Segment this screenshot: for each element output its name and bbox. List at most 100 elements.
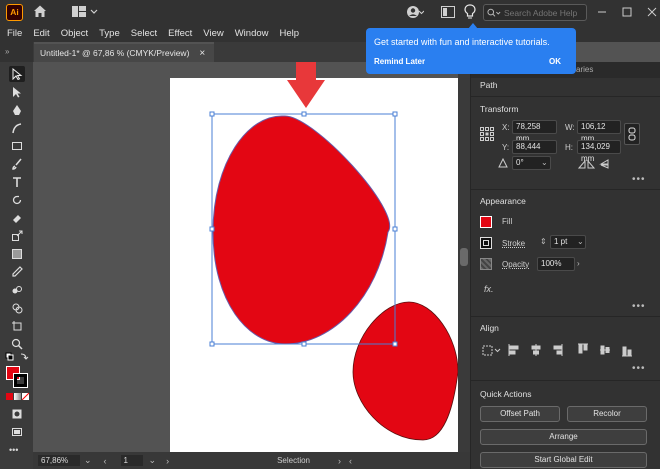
illustrator-logo: Ai [6,4,23,21]
artwork-layer[interactable] [33,62,458,452]
gradient-mode-icon [14,393,21,400]
blend-tool-icon[interactable] [9,282,25,298]
default-swap-colors-icon[interactable] [5,352,29,362]
appearance-fill-swatch[interactable] [480,216,492,228]
h-label: H: [565,143,573,152]
pen-tool-icon[interactable] [9,102,25,118]
draw-mode-icon[interactable] [9,406,25,422]
direct-selection-tool-icon[interactable] [9,84,25,100]
menu-file[interactable]: File [7,28,22,39]
stroke-weight-dropdown-icon[interactable]: ⌄ [577,237,584,246]
reference-point-icon[interactable] [480,127,494,141]
y-position-field[interactable]: 88,444 mm [512,140,557,163]
toolbar-collapse-icon[interactable]: » [0,42,33,62]
opacity-field[interactable]: 100% [537,257,575,271]
transform-more-options-icon[interactable]: ••• [632,174,646,185]
start-global-edit-button[interactable]: Start Global Edit [480,452,647,468]
align-more-options-icon[interactable]: ••• [632,363,646,374]
annotation-down-arrow [287,62,325,108]
red-blob-shape-lower [352,301,458,441]
scroll-left-icon[interactable]: ‹ [349,456,352,466]
appearance-title: Appearance [480,196,526,206]
artboard-number-field[interactable]: 1 [120,455,143,466]
close-tab-icon[interactable]: × [199,48,205,59]
panel-tab-libraries[interactable]: aries [576,65,593,74]
menu-view[interactable]: View [203,28,223,39]
add-effect-fx-icon[interactable]: fx. [484,284,494,294]
menu-help[interactable]: Help [280,28,300,39]
height-field[interactable]: 134,029 mm [577,140,621,163]
panel-toggle-icon[interactable] [441,6,455,18]
maximize-icon[interactable] [622,7,632,17]
type-tool-icon[interactable] [9,174,25,190]
close-window-icon[interactable] [647,7,657,17]
tooltip-ok-button[interactable]: OK [549,57,561,66]
fill-label: Fill [502,217,513,226]
shape-builder-tool-icon[interactable] [9,300,25,316]
w-label: W: [565,123,575,132]
menu-effect[interactable]: Effect [168,28,192,39]
document-tab[interactable]: Untitled-1* @ 67,86 % (CMYK/Preview) × [34,42,214,62]
stroke-stepper-icon[interactable]: ⇕ [540,237,547,246]
x-position-field[interactable]: 78,258 mm [512,120,557,143]
recolor-button[interactable]: Recolor [567,406,647,422]
edit-toolbar-icon[interactable]: ••• [9,445,18,455]
appearance-more-options-icon[interactable]: ••• [632,301,646,312]
zoom-tool-icon[interactable] [9,336,25,352]
status-bar: 67,86% ⌄ ‹ 1 ⌄ › Selection › ‹ [33,452,470,469]
align-buttons-row[interactable] [508,343,638,357]
color-mode-buttons[interactable] [6,393,30,400]
width-field[interactable]: 106,12 mm [577,120,621,143]
search-box[interactable] [483,4,587,21]
flip-buttons[interactable] [577,159,617,169]
scale-tool-icon[interactable] [9,228,25,244]
home-icon[interactable] [33,4,47,18]
selection-type-label: Path [480,80,498,90]
status-menu-icon[interactable]: › [338,456,341,466]
search-input[interactable] [504,7,586,18]
canvas-area[interactable] [33,62,458,452]
constrain-proportions-link-icon[interactable] [624,123,640,145]
vertical-scrollbar[interactable] [458,62,470,452]
minimize-icon[interactable] [597,7,607,17]
rotation-dropdown-icon[interactable]: ⌄ [541,158,548,167]
lightbulb-icon[interactable] [464,4,476,20]
arrange-button[interactable]: Arrange [480,429,647,445]
scroll-thumb[interactable] [460,248,468,266]
artboard-dropdown-icon[interactable]: ⌄ [149,455,157,466]
menu-type[interactable]: Type [99,28,120,39]
tools-panel: ••• [0,62,33,469]
rotate-tool-icon[interactable] [9,192,25,208]
opacity-arrow-icon[interactable]: › [577,259,580,268]
user-account-icon[interactable] [406,5,425,19]
offset-path-button[interactable]: Offset Path [480,406,560,422]
menu-window[interactable]: Window [235,28,269,39]
menu-object[interactable]: Object [61,28,88,39]
red-blob-shape-selected [212,115,391,345]
appearance-stroke-swatch[interactable] [480,237,492,249]
artboard-next-icon[interactable]: › [166,456,169,466]
stroke-label[interactable]: Stroke [502,239,525,248]
gradient-tool-icon[interactable] [9,246,25,262]
zoom-level-field[interactable]: 67,86% [38,455,80,466]
rotate-angle-icon [498,157,508,168]
selection-tool-icon[interactable] [9,66,25,82]
workspace-switcher-icon[interactable] [72,6,98,18]
menu-select[interactable]: Select [131,28,157,39]
menu-edit[interactable]: Edit [33,28,49,39]
rectangle-tool-icon[interactable] [9,138,25,154]
artboard-tool-icon[interactable] [9,318,25,334]
curvature-tool-icon[interactable] [9,120,25,136]
zoom-dropdown-icon[interactable]: ⌄ [84,455,92,466]
opacity-icon [480,258,492,270]
remind-later-link[interactable]: Remind Later [374,57,425,66]
paintbrush-tool-icon[interactable] [9,156,25,172]
stroke-color-swatch[interactable] [13,373,28,388]
screen-mode-icon[interactable] [9,424,25,440]
eyedropper-tool-icon[interactable] [9,264,25,280]
eraser-tool-icon[interactable] [9,210,25,226]
artboard-prev-icon[interactable]: ‹ [104,456,107,466]
opacity-label[interactable]: Opacity [502,260,529,269]
color-mode-icon [6,393,13,400]
align-to-selection-icon[interactable] [482,343,502,357]
